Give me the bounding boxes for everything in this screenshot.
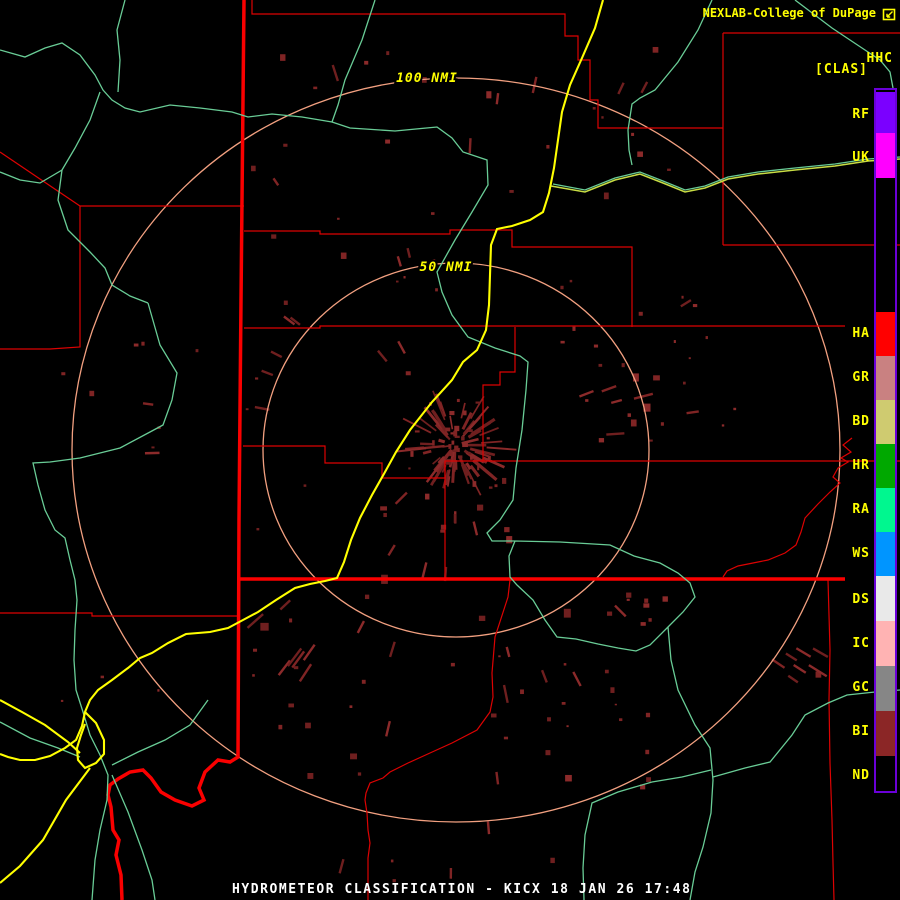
legend-label-hr: HR: [852, 458, 870, 473]
legend-label-uk: UK: [852, 150, 870, 165]
legend-seg-ws: [876, 532, 895, 576]
legend-seg-rf: [876, 92, 895, 133]
interstate-15: [0, 0, 605, 762]
range-ring-labels: 100 NMI 50 NMI: [394, 69, 473, 277]
legend-label-nd: ND: [852, 768, 870, 783]
outer-ring-label: 100 NMI: [396, 71, 458, 86]
legend-seg-uk: [876, 133, 895, 178]
legend-seg-hr: [876, 444, 895, 488]
legend-label-ds: DS: [852, 592, 870, 607]
broken-image-icon: [882, 8, 896, 21]
product-code-label: HHC: [866, 51, 893, 66]
inner-ring-label: 50 NMI: [420, 260, 473, 275]
legend-label-gr: GR: [852, 370, 870, 385]
site-title: NEXLAB-College of DuPage: [702, 6, 876, 20]
legend-label-ha: HA: [852, 326, 870, 341]
legend-seg-ra: [876, 488, 895, 532]
legend-label-bi: BI: [852, 724, 870, 739]
legend-label-ra: RA: [852, 502, 870, 517]
state-border-nevada: [106, 0, 246, 900]
radar-echoes: [60, 46, 829, 883]
radar-map: 100 NMI 50 NMI: [0, 0, 900, 900]
legend-label-gc: GC: [852, 680, 870, 695]
legend-seg-gr: [876, 356, 895, 400]
legend-label-ws: WS: [852, 546, 870, 561]
legend-label-bd: BD: [852, 414, 870, 429]
radar-display: 100 NMI 50 NMI NEXLAB-College of DuPage …: [0, 0, 900, 900]
legend-seg-gc: [876, 666, 895, 711]
legend-seg-ic: [876, 621, 895, 666]
legend-color-bar: [874, 88, 897, 793]
legend-seg-nd: [876, 756, 895, 791]
legend-seg-bi: [876, 711, 895, 756]
legend-label-ic: IC: [852, 636, 870, 651]
legend-seg-ha: [876, 312, 895, 356]
legend-label-rf: RF: [852, 107, 870, 122]
highways: [0, 0, 605, 884]
product-caption: HYDROMETEOR CLASSIFICATION - KICX 18 JAN…: [232, 882, 692, 897]
product-mode-label: [CLAS]: [815, 62, 868, 77]
legend-seg-ds: [876, 576, 895, 621]
legend-seg-bd: [876, 400, 895, 444]
